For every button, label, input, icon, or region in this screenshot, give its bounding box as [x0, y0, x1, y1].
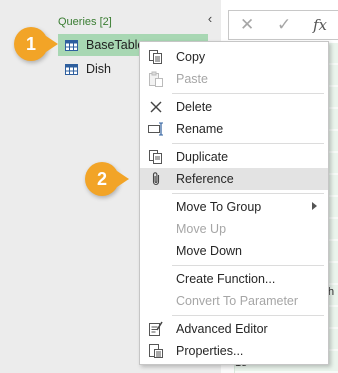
- paste-icon: [149, 71, 163, 87]
- paperclip-icon: [152, 172, 160, 186]
- menu-item-move-to-group[interactable]: Move To Group: [140, 196, 328, 218]
- menu-item-label: Delete: [176, 100, 213, 114]
- menu-item-duplicate[interactable]: Duplicate: [140, 146, 328, 168]
- rename-icon: [148, 122, 163, 136]
- query-item-label: Dish: [86, 62, 112, 76]
- menu-item-label: Rename: [176, 122, 224, 136]
- delete-icon: [150, 101, 162, 113]
- menu-item-paste[interactable]: Paste: [140, 68, 328, 90]
- menu-separator: [172, 265, 324, 266]
- step-badge-2-pointer: [117, 171, 129, 187]
- step-badge-1-pointer: [46, 36, 58, 52]
- menu-item-label: Duplicate: [176, 150, 229, 164]
- menu-item-create-function[interactable]: Create Function...: [140, 268, 328, 290]
- queries-header: Queries [2]: [58, 16, 112, 28]
- table-icon: [65, 39, 78, 51]
- menu-item-move-up[interactable]: Move Up: [140, 218, 328, 240]
- submenu-arrow-icon: [312, 202, 317, 210]
- menu-item-label: Create Function...: [176, 272, 276, 286]
- menu-item-label: Reference: [176, 172, 234, 186]
- fx-icon[interactable]: fx: [313, 16, 327, 34]
- menu-separator: [172, 193, 324, 194]
- menu-item-rename[interactable]: Rename: [140, 118, 328, 140]
- collapse-pane-chevron-icon[interactable]: ‹: [203, 12, 217, 26]
- menu-item-convert-to-parameter[interactable]: Convert To Parameter: [140, 290, 328, 312]
- menu-item-label: Move Down: [176, 244, 242, 258]
- step-badge-2: 2: [85, 162, 119, 196]
- context-menu: Copy Paste Delete Rename Duplicate Refer…: [139, 41, 329, 365]
- menu-item-label: Move To Group: [176, 200, 262, 214]
- table-icon: [65, 63, 78, 75]
- menu-item-move-down[interactable]: Move Down: [140, 240, 328, 262]
- menu-item-delete[interactable]: Delete: [140, 96, 328, 118]
- menu-separator: [172, 93, 324, 94]
- menu-item-label: Paste: [176, 72, 208, 86]
- menu-item-label: Copy: [176, 50, 206, 64]
- menu-item-label: Advanced Editor: [176, 322, 268, 336]
- menu-separator: [172, 143, 324, 144]
- properties-icon: [149, 344, 163, 358]
- advanced-editor-icon: [149, 321, 163, 336]
- enter-formula-icon[interactable]: ✓: [277, 16, 291, 34]
- menu-item-reference[interactable]: Reference: [140, 168, 328, 190]
- menu-item-copy[interactable]: Copy: [140, 46, 328, 68]
- menu-item-advanced-editor[interactable]: Advanced Editor: [140, 318, 328, 340]
- menu-item-label: Move Up: [176, 222, 227, 236]
- menu-item-label: Convert To Parameter: [176, 294, 299, 308]
- menu-separator: [172, 315, 324, 316]
- query-item-label: BaseTable: [86, 38, 145, 52]
- menu-item-properties[interactable]: Properties...: [140, 340, 328, 362]
- step-badge-1: 1: [14, 27, 48, 61]
- duplicate-icon: [149, 150, 162, 164]
- copy-icon: [149, 50, 162, 64]
- cancel-formula-icon[interactable]: ✕: [240, 16, 254, 34]
- formula-bar: ✕ ✓ fx: [228, 10, 338, 40]
- menu-item-label: Properties...: [176, 344, 244, 358]
